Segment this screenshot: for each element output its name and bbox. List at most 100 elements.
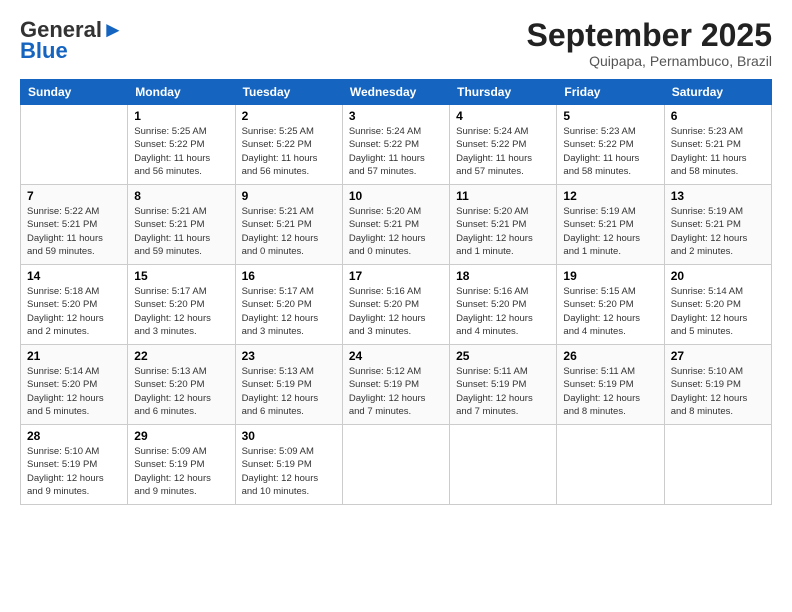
calendar-cell bbox=[557, 425, 664, 505]
col-friday: Friday bbox=[557, 80, 664, 105]
calendar-week-row: 28 Sunrise: 5:10 AMSunset: 5:19 PMDayligh… bbox=[21, 425, 772, 505]
day-info: Sunrise: 5:09 AMSunset: 5:19 PMDaylight:… bbox=[134, 445, 228, 498]
day-number: 27 bbox=[671, 349, 765, 363]
calendar-cell bbox=[664, 425, 771, 505]
day-info: Sunrise: 5:23 AMSunset: 5:22 PMDaylight:… bbox=[563, 125, 657, 178]
day-number: 18 bbox=[456, 269, 550, 283]
day-number: 8 bbox=[134, 189, 228, 203]
day-info: Sunrise: 5:25 AMSunset: 5:22 PMDaylight:… bbox=[134, 125, 228, 178]
calendar-week-row: 21Sunrise: 5:14 AMSunset: 5:20 PMDayligh… bbox=[21, 345, 772, 425]
day-info: Sunrise: 5:20 AMSunset: 5:21 PMDaylight:… bbox=[456, 205, 550, 258]
calendar-cell: 19 Sunrise: 5:15 AMSunset: 5:20 PMDayligh… bbox=[557, 265, 664, 345]
calendar-cell: 10 Sunrise: 5:20 AMSunset: 5:21 PMDayligh… bbox=[342, 185, 449, 265]
day-info: Sunrise: 5:20 AMSunset: 5:21 PMDaylight:… bbox=[349, 205, 443, 258]
day-info: Sunrise: 5:14 AMSunset: 5:20 PMDaylight:… bbox=[671, 285, 765, 338]
calendar-header-row: Sunday Monday Tuesday Wednesday Thursday… bbox=[21, 80, 772, 105]
day-info: Sunrise: 5:17 AMSunset: 5:20 PMDaylight:… bbox=[134, 285, 228, 338]
month-title: September 2025 bbox=[527, 18, 772, 53]
calendar-week-row: 1 Sunrise: 5:25 AMSunset: 5:22 PMDaylight… bbox=[21, 105, 772, 185]
day-info: Sunrise: 5:10 AMSunset: 5:19 PMDaylight:… bbox=[27, 445, 121, 498]
day-number: 20 bbox=[671, 269, 765, 283]
day-info: Sunrise: 5:23 AMSunset: 5:21 PMDaylight:… bbox=[671, 125, 765, 178]
day-number: 7 bbox=[27, 189, 121, 203]
day-number: 9 bbox=[242, 189, 336, 203]
calendar-cell: 27 Sunrise: 5:10 AMSunset: 5:19 PMDayligh… bbox=[664, 345, 771, 425]
day-number: 1 bbox=[134, 109, 228, 123]
header: General► Blue September 2025 Quipapa, Pe… bbox=[20, 18, 772, 69]
calendar-cell: 17 Sunrise: 5:16 AMSunset: 5:20 PMDayligh… bbox=[342, 265, 449, 345]
day-number: 10 bbox=[349, 189, 443, 203]
calendar-cell: 4 Sunrise: 5:24 AMSunset: 5:22 PMDaylight… bbox=[450, 105, 557, 185]
day-info: Sunrise: 5:11 AMSunset: 5:19 PMDaylight:… bbox=[563, 365, 657, 418]
day-info: Sunrise: 5:25 AMSunset: 5:22 PMDaylight:… bbox=[242, 125, 336, 178]
calendar-cell: 8Sunrise: 5:21 AMSunset: 5:21 PMDaylight… bbox=[128, 185, 235, 265]
calendar-cell: 2Sunrise: 5:25 AMSunset: 5:22 PMDaylight… bbox=[235, 105, 342, 185]
calendar-week-row: 14Sunrise: 5:18 AMSunset: 5:20 PMDayligh… bbox=[21, 265, 772, 345]
day-info: Sunrise: 5:10 AMSunset: 5:19 PMDaylight:… bbox=[671, 365, 765, 418]
day-number: 12 bbox=[563, 189, 657, 203]
day-number: 13 bbox=[671, 189, 765, 203]
title-area: September 2025 Quipapa, Pernambuco, Braz… bbox=[527, 18, 772, 69]
page: General► Blue September 2025 Quipapa, Pe… bbox=[0, 0, 792, 612]
day-info: Sunrise: 5:24 AMSunset: 5:22 PMDaylight:… bbox=[349, 125, 443, 178]
calendar-cell: 3 Sunrise: 5:24 AMSunset: 5:22 PMDaylight… bbox=[342, 105, 449, 185]
location-subtitle: Quipapa, Pernambuco, Brazil bbox=[527, 53, 772, 69]
day-number: 24 bbox=[349, 349, 443, 363]
day-number: 26 bbox=[563, 349, 657, 363]
day-number: 22 bbox=[134, 349, 228, 363]
day-number: 21 bbox=[27, 349, 121, 363]
day-info: Sunrise: 5:19 AMSunset: 5:21 PMDaylight:… bbox=[563, 205, 657, 258]
day-info: Sunrise: 5:11 AMSunset: 5:19 PMDaylight:… bbox=[456, 365, 550, 418]
calendar-cell: 29 Sunrise: 5:09 AMSunset: 5:19 PMDayligh… bbox=[128, 425, 235, 505]
day-info: Sunrise: 5:16 AMSunset: 5:20 PMDaylight:… bbox=[349, 285, 443, 338]
day-info: Sunrise: 5:13 AMSunset: 5:20 PMDaylight:… bbox=[134, 365, 228, 418]
calendar-cell: 1 Sunrise: 5:25 AMSunset: 5:22 PMDaylight… bbox=[128, 105, 235, 185]
calendar-cell bbox=[342, 425, 449, 505]
day-number: 30 bbox=[242, 429, 336, 443]
calendar-cell: 6 Sunrise: 5:23 AMSunset: 5:21 PMDaylight… bbox=[664, 105, 771, 185]
day-info: Sunrise: 5:13 AMSunset: 5:19 PMDaylight:… bbox=[242, 365, 336, 418]
calendar-table: Sunday Monday Tuesday Wednesday Thursday… bbox=[20, 79, 772, 505]
day-info: Sunrise: 5:16 AMSunset: 5:20 PMDaylight:… bbox=[456, 285, 550, 338]
calendar-cell: 26 Sunrise: 5:11 AMSunset: 5:19 PMDayligh… bbox=[557, 345, 664, 425]
day-number: 16 bbox=[242, 269, 336, 283]
day-info: Sunrise: 5:21 AMSunset: 5:21 PMDaylight:… bbox=[242, 205, 336, 258]
calendar-cell: 15 Sunrise: 5:17 AMSunset: 5:20 PMDayligh… bbox=[128, 265, 235, 345]
day-number: 17 bbox=[349, 269, 443, 283]
day-info: Sunrise: 5:12 AMSunset: 5:19 PMDaylight:… bbox=[349, 365, 443, 418]
calendar-cell: 12 Sunrise: 5:19 AMSunset: 5:21 PMDayligh… bbox=[557, 185, 664, 265]
calendar-cell: 18 Sunrise: 5:16 AMSunset: 5:20 PMDayligh… bbox=[450, 265, 557, 345]
calendar-cell: 13 Sunrise: 5:19 AMSunset: 5:21 PMDayligh… bbox=[664, 185, 771, 265]
day-info: Sunrise: 5:22 AMSunset: 5:21 PMDaylight:… bbox=[27, 205, 121, 258]
calendar-week-row: 7 Sunrise: 5:22 AMSunset: 5:21 PMDaylight… bbox=[21, 185, 772, 265]
calendar-cell: 23 Sunrise: 5:13 AMSunset: 5:19 PMDayligh… bbox=[235, 345, 342, 425]
col-wednesday: Wednesday bbox=[342, 80, 449, 105]
day-info: Sunrise: 5:19 AMSunset: 5:21 PMDaylight:… bbox=[671, 205, 765, 258]
day-number: 28 bbox=[27, 429, 121, 443]
day-info: Sunrise: 5:17 AMSunset: 5:20 PMDaylight:… bbox=[242, 285, 336, 338]
day-number: 6 bbox=[671, 109, 765, 123]
day-number: 19 bbox=[563, 269, 657, 283]
day-info: Sunrise: 5:09 AMSunset: 5:19 PMDaylight:… bbox=[242, 445, 336, 498]
col-thursday: Thursday bbox=[450, 80, 557, 105]
day-number: 3 bbox=[349, 109, 443, 123]
col-tuesday: Tuesday bbox=[235, 80, 342, 105]
day-info: Sunrise: 5:15 AMSunset: 5:20 PMDaylight:… bbox=[563, 285, 657, 338]
col-monday: Monday bbox=[128, 80, 235, 105]
calendar-cell: 28 Sunrise: 5:10 AMSunset: 5:19 PMDayligh… bbox=[21, 425, 128, 505]
calendar-cell bbox=[450, 425, 557, 505]
calendar-cell: 25 Sunrise: 5:11 AMSunset: 5:19 PMDayligh… bbox=[450, 345, 557, 425]
day-number: 23 bbox=[242, 349, 336, 363]
day-number: 14 bbox=[27, 269, 121, 283]
day-number: 29 bbox=[134, 429, 228, 443]
col-saturday: Saturday bbox=[664, 80, 771, 105]
calendar-cell: 21Sunrise: 5:14 AMSunset: 5:20 PMDayligh… bbox=[21, 345, 128, 425]
day-info: Sunrise: 5:24 AMSunset: 5:22 PMDaylight:… bbox=[456, 125, 550, 178]
calendar-cell: 16 Sunrise: 5:17 AMSunset: 5:20 PMDayligh… bbox=[235, 265, 342, 345]
day-number: 4 bbox=[456, 109, 550, 123]
logo-blue: Blue bbox=[20, 38, 68, 64]
calendar-cell: 7 Sunrise: 5:22 AMSunset: 5:21 PMDaylight… bbox=[21, 185, 128, 265]
calendar-cell: 20 Sunrise: 5:14 AMSunset: 5:20 PMDayligh… bbox=[664, 265, 771, 345]
day-number: 15 bbox=[134, 269, 228, 283]
day-number: 25 bbox=[456, 349, 550, 363]
